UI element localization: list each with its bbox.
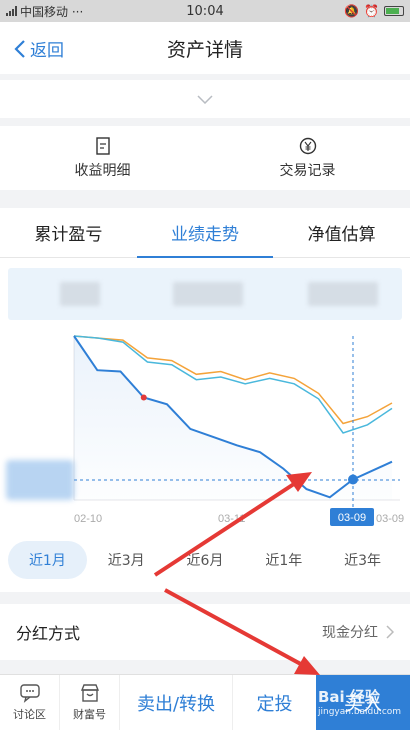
wealth-button[interactable]: 财富号 bbox=[60, 675, 120, 730]
forum-label: 讨论区 bbox=[13, 708, 46, 721]
back-button[interactable]: 返回 bbox=[14, 36, 64, 61]
range-3m[interactable]: 近3月 bbox=[87, 541, 166, 579]
tab-nav-estimate[interactable]: 净值估算 bbox=[273, 208, 410, 257]
x-tick-label: 02-10 bbox=[74, 513, 102, 525]
chevron-left-icon bbox=[14, 39, 25, 58]
tab-cumulative-pnl[interactable]: 累计盈亏 bbox=[0, 208, 137, 257]
range-6m[interactable]: 近6月 bbox=[166, 541, 245, 579]
yen-coin-icon bbox=[299, 137, 316, 154]
battery-icon bbox=[384, 6, 404, 16]
chart-marker-point bbox=[140, 394, 147, 401]
mute-icon: 🔕 bbox=[344, 4, 360, 18]
status-left: 中国移动 ··· bbox=[6, 3, 344, 20]
range-selector: 近1月 近3月 近6月 近1年 近3年 bbox=[0, 538, 410, 582]
blurred-yaxis-value bbox=[6, 460, 74, 500]
signal-icon bbox=[6, 6, 17, 16]
income-detail-link[interactable]: 收益明细 bbox=[0, 126, 205, 190]
tab-bar: 累计盈亏 业绩走势 净值估算 bbox=[0, 208, 410, 258]
range-3y[interactable]: 近3年 bbox=[323, 541, 402, 579]
dividend-value: 现金分红 bbox=[322, 625, 378, 641]
chart-panel: 02-10 03-11 03-09 03-09 近1月 近3月 近6月 近1年 … bbox=[0, 258, 410, 592]
watermark-text: Bai 经验 bbox=[318, 688, 380, 706]
app-header: 返回 资产详情 bbox=[0, 22, 410, 74]
blurred-value bbox=[60, 282, 100, 306]
baidu-watermark: Bai 经验 jingyan.baidu.com bbox=[318, 686, 401, 717]
watermark-sub: jingyan.baidu.com bbox=[318, 707, 402, 717]
range-1m[interactable]: 近1月 bbox=[8, 541, 87, 579]
performance-chart[interactable]: 02-10 03-11 03-09 03-09 bbox=[0, 320, 410, 530]
chart-highlight-point bbox=[348, 474, 358, 485]
dividend-method-row[interactable]: 分红方式 现金分红 bbox=[0, 604, 410, 660]
document-icon bbox=[95, 136, 110, 155]
income-detail-label: 收益明细 bbox=[74, 162, 131, 179]
tab-performance-trend[interactable]: 业绩走势 bbox=[136, 208, 274, 258]
performance-summary bbox=[8, 268, 402, 320]
chevron-right-icon bbox=[386, 625, 394, 639]
chart-area-fill bbox=[74, 336, 392, 500]
trade-record-link[interactable]: 交易记录 bbox=[205, 126, 410, 190]
range-1y[interactable]: 近1年 bbox=[244, 541, 323, 579]
highlight-date-label: 03-09 bbox=[338, 512, 366, 524]
x-tick-label: 03-09 bbox=[376, 513, 404, 525]
expand-toggle[interactable] bbox=[0, 80, 410, 118]
carrier-label: 中国移动 ··· bbox=[20, 4, 84, 19]
chevron-down-icon bbox=[197, 94, 213, 104]
dividend-label: 分红方式 bbox=[16, 624, 81, 643]
back-label: 返回 bbox=[30, 41, 64, 61]
status-bar: 中国移动 ··· 10:04 🔕 ⏰ bbox=[0, 0, 410, 22]
blurred-value bbox=[308, 282, 378, 306]
sell-convert-button[interactable]: 卖出/转换 bbox=[120, 675, 232, 730]
x-tick-label: 03-11 bbox=[218, 513, 245, 525]
store-icon bbox=[80, 684, 99, 702]
chat-bubble-icon bbox=[19, 684, 40, 703]
quick-links: 收益明细 交易记录 bbox=[0, 126, 410, 190]
status-right: 🔕 ⏰ bbox=[344, 4, 404, 18]
alarm-icon: ⏰ bbox=[364, 4, 379, 18]
forum-button[interactable]: 讨论区 bbox=[0, 675, 60, 730]
trade-record-label: 交易记录 bbox=[279, 162, 336, 179]
fixed-invest-button[interactable]: 定投 bbox=[232, 675, 316, 730]
wealth-label: 财富号 bbox=[73, 708, 106, 721]
blurred-value bbox=[173, 282, 243, 306]
